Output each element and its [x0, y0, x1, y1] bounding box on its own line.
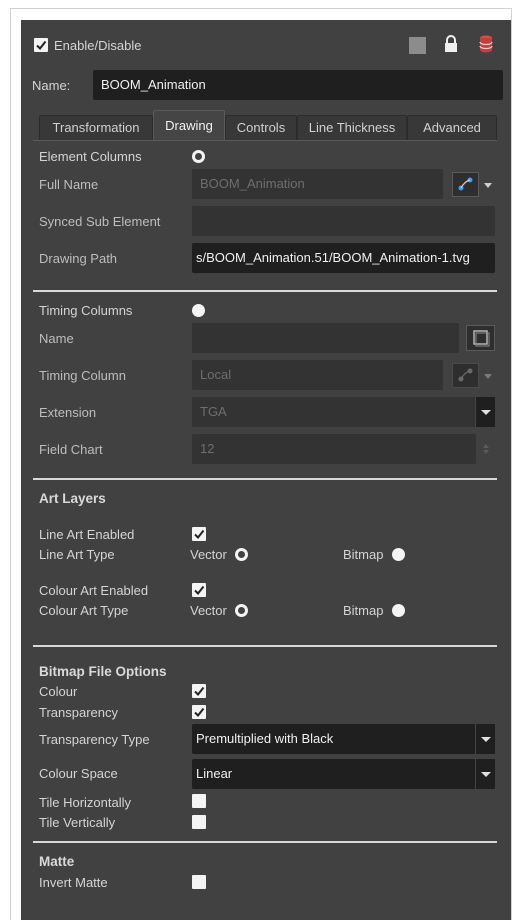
tile-vertically-label: Tile Vertically	[39, 815, 116, 830]
full-name-input[interactable]: BOOM_Animation	[192, 169, 443, 199]
timing-column-label: Timing Column	[39, 368, 126, 383]
field-chart-input[interactable]: 12	[192, 434, 476, 464]
synced-sub-element-input[interactable]	[192, 206, 495, 236]
field-chart-label: Field Chart	[39, 442, 103, 457]
tab-advanced[interactable]: Advanced	[407, 115, 497, 141]
link-dropdown-icon[interactable]	[484, 183, 492, 188]
transparency-type-dropdown-icon[interactable]	[475, 724, 495, 754]
drawing-path-label: Drawing Path	[39, 251, 118, 266]
section-divider	[33, 645, 497, 647]
colour-vector-radio[interactable]	[235, 604, 248, 617]
transparency-type-select[interactable]: Premultiplied with Black	[192, 724, 476, 754]
full-name-label: Full Name	[39, 177, 99, 192]
enable-checkbox[interactable]	[34, 38, 48, 52]
checkmark-icon	[194, 529, 205, 540]
colour-art-type-label: Colour Art Type	[39, 603, 129, 618]
timing-columns-radio[interactable]	[192, 304, 205, 317]
section-divider	[33, 478, 497, 480]
link-icon	[458, 368, 473, 382]
transparency-checkbox[interactable]	[192, 705, 206, 719]
line-vector-label: Vector	[190, 547, 227, 562]
tile-horizontally-label: Tile Horizontally	[39, 795, 131, 810]
enable-label: Enable/Disable	[54, 38, 142, 53]
tab-line-thickness[interactable]: Line Thickness	[297, 115, 407, 141]
section-divider	[33, 290, 497, 292]
invert-matte-label: Invert Matte	[39, 875, 108, 890]
square-icon[interactable]	[409, 37, 426, 54]
line-vector-radio[interactable]	[235, 548, 248, 561]
art-layers-title: Art Layers	[39, 491, 106, 506]
colour-space-label: Colour Space	[39, 766, 118, 781]
timing-link-button[interactable]	[452, 363, 479, 388]
line-art-enabled-label: Line Art Enabled	[39, 527, 135, 542]
tab-drawing[interactable]: Drawing	[153, 110, 225, 140]
spinner-icon[interactable]	[482, 442, 490, 456]
timing-link-dropdown-icon[interactable]	[484, 374, 492, 379]
colour-checkbox[interactable]	[192, 684, 206, 698]
colour-space-select[interactable]: Linear	[192, 759, 476, 789]
layer-properties-panel: Enable/Disable Name: BOOM_Animation Tran…	[21, 20, 511, 920]
colour-label: Colour	[39, 684, 78, 699]
colour-art-enabled-checkbox[interactable]	[192, 583, 206, 597]
browse-button[interactable]	[466, 325, 495, 351]
tab-controls[interactable]: Controls	[225, 115, 297, 141]
timing-column-input[interactable]: Local	[192, 360, 443, 390]
invert-matte-checkbox[interactable]	[192, 875, 206, 889]
synced-sub-element-label: Synced Sub Element	[39, 214, 161, 229]
matte-title: Matte	[39, 854, 75, 869]
timing-columns-label: Timing Columns	[39, 303, 133, 318]
link-button[interactable]	[452, 172, 479, 197]
tab-baseline	[33, 140, 497, 141]
element-columns-label: Element Columns	[39, 149, 142, 164]
line-art-type-label: Line Art Type	[39, 547, 115, 562]
element-columns-radio[interactable]	[192, 150, 205, 163]
extension-dropdown-icon[interactable]	[475, 397, 495, 427]
line-bitmap-radio[interactable]	[392, 548, 405, 561]
colour-bitmap-radio[interactable]	[392, 604, 405, 617]
timing-name-label: Name	[39, 331, 74, 346]
database-icon[interactable]	[478, 34, 494, 54]
colour-art-enabled-label: Colour Art Enabled	[39, 583, 149, 598]
extension-label: Extension	[39, 405, 97, 420]
name-label: Name:	[32, 78, 71, 93]
checkmark-icon	[194, 585, 205, 596]
transparency-label: Transparency	[39, 705, 118, 720]
section-divider	[33, 841, 497, 843]
window-icon	[473, 330, 490, 347]
drawing-path-input[interactable]: s/BOOM_Animation.51/BOOM_Animation-1.tvg	[192, 243, 495, 273]
line-art-enabled-checkbox[interactable]	[192, 527, 206, 541]
name-input[interactable]: BOOM_Animation	[93, 70, 503, 100]
checkmark-icon	[194, 686, 205, 697]
tile-horizontally-checkbox[interactable]	[192, 794, 206, 808]
checkmark-icon	[36, 40, 47, 51]
colour-vector-label: Vector	[190, 603, 227, 618]
link-icon	[458, 177, 473, 191]
tile-vertically-checkbox[interactable]	[192, 815, 206, 829]
colour-space-dropdown-icon[interactable]	[475, 759, 495, 789]
bitmap-options-title: Bitmap File Options	[39, 664, 167, 679]
extension-select[interactable]: TGA	[192, 397, 476, 427]
tab-transformation[interactable]: Transformation	[39, 115, 153, 141]
timing-name-input[interactable]	[192, 323, 459, 353]
line-bitmap-label: Bitmap	[343, 547, 384, 562]
transparency-type-label: Transparency Type	[39, 732, 150, 747]
checkmark-icon	[194, 707, 205, 718]
lock-icon[interactable]	[443, 34, 459, 54]
colour-bitmap-label: Bitmap	[343, 603, 384, 618]
